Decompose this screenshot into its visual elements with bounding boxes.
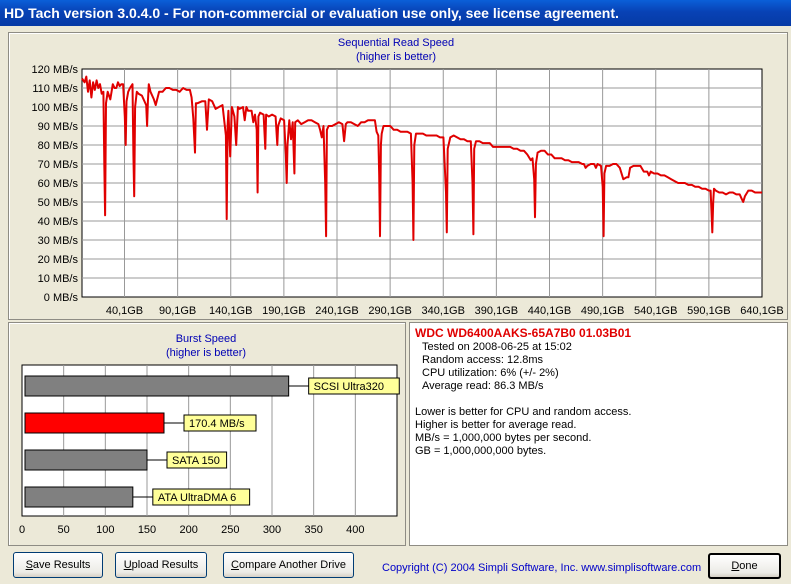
average-read: Average read: 86.3 MB/s xyxy=(422,380,544,392)
note-gb-definition: GB = 1,000,000,000 bytes. xyxy=(415,445,547,457)
done-button[interactable]: Done xyxy=(708,553,781,579)
upload-results-accelerator: U xyxy=(123,559,132,571)
random-access: Random access: 12.8ms xyxy=(422,354,544,366)
upload-results-label: pload Results xyxy=(131,559,199,571)
note-lower-better: Lower is better for CPU and random acces… xyxy=(415,406,632,418)
note-mbs-definition: MB/s = 1,000,000 bytes per second. xyxy=(415,432,592,444)
window-title: HD Tach version 3.0.4.0 - For non-commer… xyxy=(0,0,791,26)
compare-accelerator: C xyxy=(231,559,239,571)
save-results-button[interactable]: Save Results xyxy=(13,552,103,578)
drive-model: WDC WD6400AAKS-65A7B0 01.03B01 xyxy=(415,326,632,340)
read-chart-subtitle: (higher is better) xyxy=(355,51,437,63)
upload-results-button[interactable]: Upload Results xyxy=(115,552,207,578)
burst-chart-title: Burst Speed xyxy=(175,333,237,345)
tested-on: Tested on 2008-06-25 at 15:02 xyxy=(422,341,572,353)
read-chart-panel xyxy=(8,32,788,320)
note-higher-better: Higher is better for average read. xyxy=(415,419,577,431)
save-results-accelerator: S xyxy=(25,559,33,571)
cpu-utilization: CPU utilization: 6% (+/- 2%) xyxy=(422,367,559,379)
results-info-panel: WDC WD6400AAKS-65A7B0 01.03B01 Tested on… xyxy=(409,322,788,546)
save-results-label: ave Results xyxy=(32,559,91,571)
burst-chart-subtitle: (higher is better) xyxy=(165,347,247,359)
read-chart-title: Sequential Read Speed xyxy=(337,37,455,49)
compare-label: ompare Another Drive xyxy=(238,559,346,571)
compare-another-drive-button[interactable]: Compare Another Drive xyxy=(223,552,354,578)
copyright-text: Copyright (C) 2004 Simpli Software, Inc.… xyxy=(382,562,702,574)
done-label: one xyxy=(739,560,758,572)
